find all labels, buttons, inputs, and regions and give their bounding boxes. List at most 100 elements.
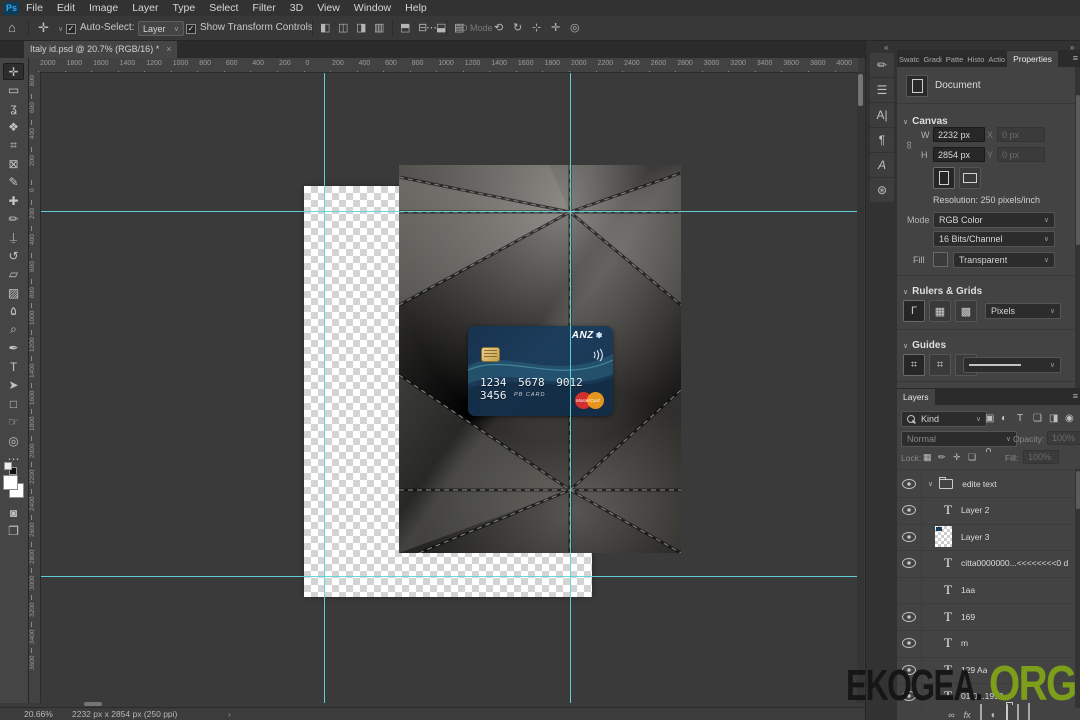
layer-visibility-toggle[interactable] xyxy=(897,549,922,577)
layer-visibility-toggle[interactable] xyxy=(897,496,922,524)
units-dropdown[interactable]: Pixels ∨ xyxy=(985,303,1061,319)
character-panel-icon[interactable]: A| xyxy=(870,103,894,127)
align-2-icon[interactable]: ◨ xyxy=(356,16,366,40)
type-tool[interactable]: T xyxy=(3,358,24,375)
eyedropper-tool[interactable]: ✎ xyxy=(3,174,24,191)
layer-visibility-toggle[interactable] xyxy=(897,523,922,551)
document-tab[interactable]: Italy id.psd @ 20.7% (RGB/16) * × xyxy=(24,40,178,58)
glyphs-panel-icon[interactable]: A xyxy=(870,153,894,177)
credit-card-layer[interactable]: ANZ ❃ 1234 5678 9012 3456 PB CARD MasterC… xyxy=(468,326,613,416)
gradient-tool[interactable]: ▨ xyxy=(3,284,24,301)
screen-mode-icon[interactable]: ❐ xyxy=(3,522,24,539)
3d-mode-4-icon[interactable]: ◎ xyxy=(570,16,580,40)
status-chevron-icon[interactable]: › xyxy=(228,709,231,719)
clone-source-icon[interactable]: ☰ xyxy=(870,78,894,102)
tab-close-icon[interactable]: × xyxy=(166,44,171,54)
panel-menu-icon[interactable]: ≡ xyxy=(1073,53,1078,63)
layer-visibility-toggle[interactable] xyxy=(897,682,922,709)
3d-mode-2-icon[interactable]: ⊹ xyxy=(532,16,541,40)
more-options-icon[interactable]: ⋯ xyxy=(426,16,437,40)
zoom-level[interactable]: 20.66% xyxy=(24,709,53,719)
path-selection-tool[interactable]: ➤ xyxy=(3,377,24,394)
menu-item-select[interactable]: Select xyxy=(202,0,245,16)
layer-visibility-toggle[interactable] xyxy=(897,576,922,604)
layer-row[interactable]: ∨ edite text xyxy=(897,470,1080,498)
healing-brush-tool[interactable]: ✚ xyxy=(3,192,24,209)
zoom-tool[interactable]: ◎ xyxy=(3,432,24,449)
align-0-icon[interactable]: ◧ xyxy=(320,16,330,40)
link-icon[interactable]: ∞ xyxy=(948,705,954,720)
layer-row[interactable]: Layer 3 xyxy=(897,523,1080,552)
layer-visibility-toggle[interactable] xyxy=(897,629,922,657)
layer-row[interactable]: T 01.01.1990 xyxy=(897,682,1080,709)
mask-icon[interactable] xyxy=(979,704,982,720)
adjustment-icon[interactable]: ◐ xyxy=(991,705,997,720)
new-layer-icon[interactable] xyxy=(1016,704,1019,720)
3d-mode-3-icon[interactable]: ✛ xyxy=(551,16,560,40)
rulers-grids-1-button[interactable]: ▦ xyxy=(929,300,951,322)
menu-item-type[interactable]: Type xyxy=(165,0,202,16)
marquee-tool[interactable]: ▭ xyxy=(3,81,24,98)
rectangle-tool[interactable]: □ xyxy=(3,395,24,412)
3d-panel-icon[interactable]: ⊛ xyxy=(870,178,894,202)
eraser-tool[interactable]: ▱ xyxy=(3,266,24,283)
move-tool-icon[interactable]: ✛ xyxy=(38,16,49,40)
layer-filter-0-icon[interactable]: ▣ xyxy=(985,413,994,424)
group-expander-icon[interactable]: ∨ xyxy=(928,480,933,488)
height-input[interactable]: 2854 px xyxy=(933,147,985,162)
width-input[interactable]: 2232 px xyxy=(933,127,985,142)
menu-item-filter[interactable]: Filter xyxy=(245,0,282,16)
vertical-scrollbar[interactable] xyxy=(857,72,864,703)
pen-tool[interactable]: ✒ xyxy=(3,340,24,357)
dodge-tool[interactable]: ⌕ xyxy=(3,321,24,338)
collapse-panels-icon[interactable]: « xyxy=(884,43,888,52)
menu-item-layer[interactable]: Layer xyxy=(125,0,165,16)
layer-filter-3-icon[interactable]: ❏ xyxy=(1033,413,1042,424)
guides-0-button[interactable]: ⌗ xyxy=(903,354,925,376)
layer-filter-kind-dropdown[interactable]: Kind ∨ xyxy=(901,411,987,427)
guides-1-button[interactable]: ⌗ xyxy=(929,354,951,376)
canvas-viewport[interactable]: ANZ ❃ 1234 5678 9012 3456 PB CARD MasterC… xyxy=(40,72,858,703)
guide-vertical-right[interactable] xyxy=(570,72,571,703)
lasso-tool[interactable]: ʓ xyxy=(3,100,24,117)
distribute-0-icon[interactable]: ⬒ xyxy=(400,16,410,40)
align-1-icon[interactable]: ◫ xyxy=(338,16,348,40)
vertical-scrollbar-thumb[interactable] xyxy=(858,74,863,106)
show-transform-checkbox[interactable]: ✓ xyxy=(186,24,196,34)
ruler-vertical[interactable]: 800 600 400 200 0 200 400 600 800 1000 1200 1400 160… xyxy=(28,72,41,703)
home-icon[interactable]: ⌂ xyxy=(8,16,16,40)
guide-style-dropdown[interactable]: ∨ xyxy=(963,357,1061,373)
layer-row[interactable]: T Layer 2 xyxy=(897,496,1080,525)
tool-preset-chevron[interactable]: ∨ xyxy=(58,25,63,33)
menu-item-window[interactable]: Window xyxy=(347,0,398,16)
fx-icon[interactable]: fx xyxy=(964,705,971,720)
layer-row[interactable]: Tm xyxy=(897,629,1080,658)
layer-filter-1-icon[interactable]: ◐ xyxy=(1001,413,1007,424)
layer-filter-2-icon[interactable]: T xyxy=(1017,413,1023,424)
link-dimensions-icon[interactable]: ∞ xyxy=(903,141,915,149)
foreground-color-swatch[interactable] xyxy=(3,475,18,490)
guide-horizontal-top[interactable] xyxy=(40,211,858,212)
default-colors-icon[interactable] xyxy=(4,462,17,475)
quick-mask-icon[interactable]: ◙ xyxy=(3,504,24,521)
rulers-grids-0-button[interactable]: Γ xyxy=(903,300,925,322)
tab-gradi[interactable]: Gradi xyxy=(921,52,943,67)
delete-icon[interactable] xyxy=(1027,703,1030,720)
tab-properties[interactable]: Properties xyxy=(1007,51,1058,67)
tab-actio[interactable]: Actio xyxy=(986,52,1007,67)
3d-mode-0-icon[interactable]: ⟲ xyxy=(494,16,503,40)
brush-settings-icon[interactable]: ✏ xyxy=(870,53,894,77)
menu-item-edit[interactable]: Edit xyxy=(50,0,82,16)
clone-stamp-tool[interactable]: ⍊ xyxy=(3,229,24,246)
object-selection-tool[interactable]: ❖ xyxy=(3,118,24,135)
layer-visibility-toggle[interactable] xyxy=(897,656,922,684)
layer-row[interactable]: Tcitta0000000...<<<<<<<<0 d xyxy=(897,549,1080,578)
layer-filter-5-icon[interactable]: ◉ xyxy=(1065,413,1074,424)
hand-tool[interactable]: ☞ xyxy=(3,414,24,431)
move-tool[interactable]: ✛ xyxy=(3,63,24,80)
fill-dropdown[interactable]: Transparent ∨ xyxy=(953,252,1055,268)
layers-menu-icon[interactable]: ≡ xyxy=(1073,391,1078,401)
orientation-portrait-button[interactable] xyxy=(933,167,955,189)
layer-row[interactable]: T 129 Aa xyxy=(897,656,1080,685)
guide-horizontal-bottom[interactable] xyxy=(40,576,858,577)
